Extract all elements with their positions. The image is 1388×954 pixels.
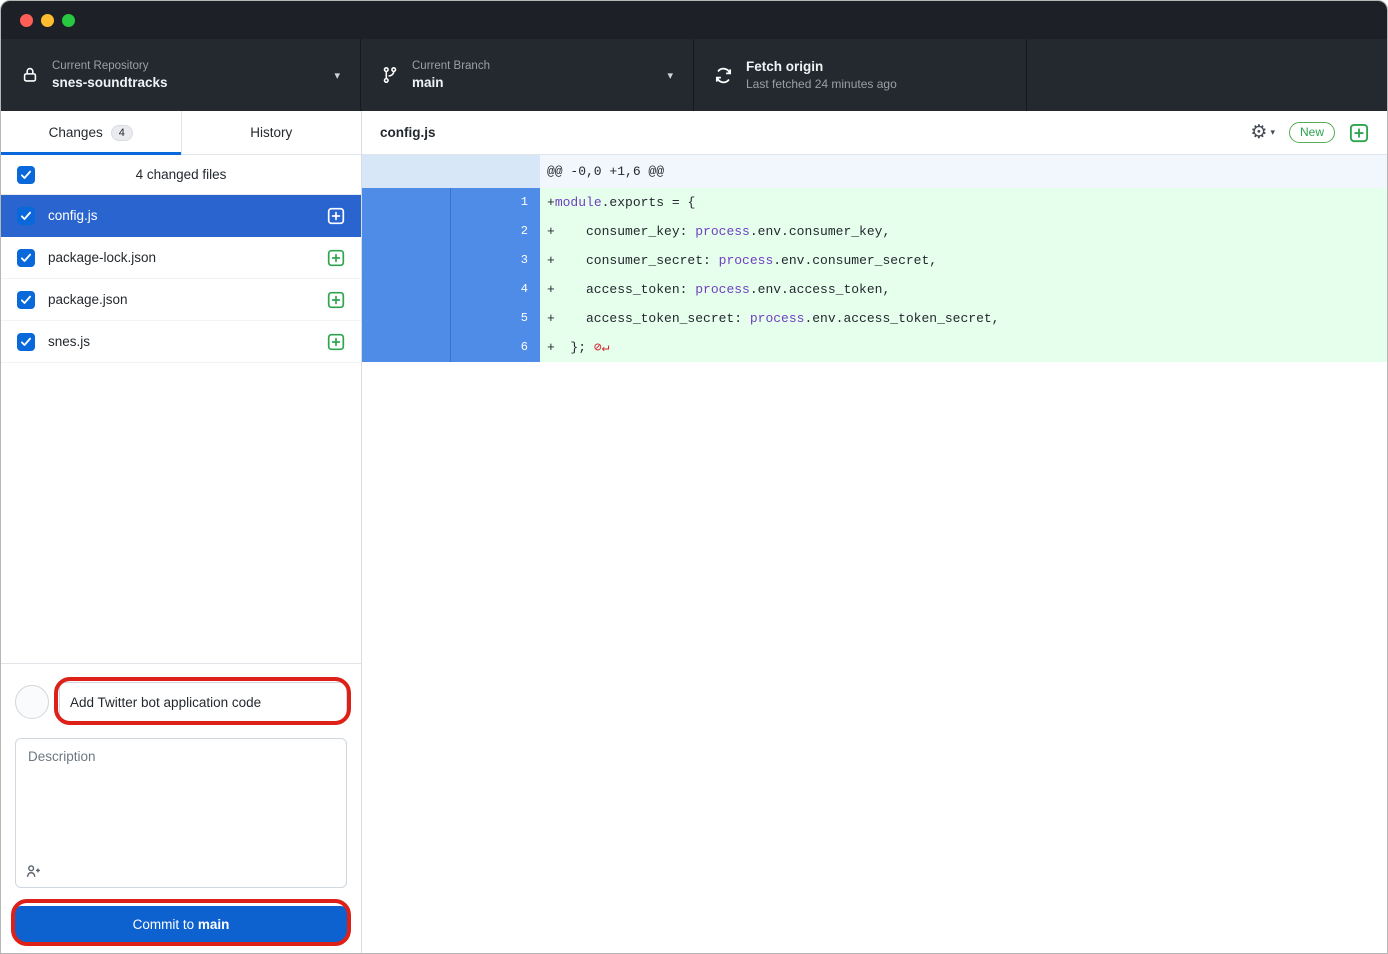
current-branch-label: Current Branch [412,60,654,72]
titlebar [1,1,1387,39]
commit-button[interactable]: Commit to main [15,906,347,942]
fetch-origin-button[interactable]: Fetch origin Last fetched 24 minutes ago [694,39,1027,111]
line-number: 3 [451,246,540,275]
file-name: package.json [48,292,314,307]
tab-changes-label: Changes [49,125,103,140]
file-row-package.json[interactable]: package.json [1,279,361,321]
hunk-gutter [362,155,540,188]
diff-line-6[interactable]: 6+ }; ⊘↵ [362,333,1387,362]
line-number: 6 [451,333,540,362]
sidebar-tabs: Changes 4 History [1,111,361,155]
toolbar-spacer [1027,39,1387,111]
file-checkbox[interactable] [17,333,35,351]
tab-history-label: History [250,125,292,140]
diff-line-gutter[interactable]: 2 [362,217,540,246]
line-number: 5 [451,304,540,333]
fetch-origin-sublabel: Last fetched 24 minutes ago [746,77,1006,91]
file-name: snes.js [48,334,314,349]
avatar [15,685,49,719]
diff-line-3[interactable]: 3+ consumer_secret: process.env.consumer… [362,246,1387,275]
diff-line-code: + }; ⊘↵ [540,333,1387,362]
diff-line-4[interactable]: 4+ access_token: process.env.access_toke… [362,275,1387,304]
diff-line-2[interactable]: 2+ consumer_key: process.env.consumer_ke… [362,217,1387,246]
current-repository-label: Current Repository [52,60,321,72]
file-checkbox[interactable] [17,207,35,225]
diff-line-gutter[interactable]: 3 [362,246,540,275]
minimize-button[interactable] [41,14,54,27]
changes-count-badge: 4 [111,125,133,141]
file-added-icon [327,207,345,225]
diff-line-gutter[interactable]: 5 [362,304,540,333]
file-checkbox[interactable] [17,249,35,267]
commit-form: Commit to main [1,663,361,954]
line-number: 1 [451,188,540,217]
diff-filename: config.js [380,125,436,140]
current-repository-selector[interactable]: Current Repository snes-soundtracks ▾ [1,39,361,111]
file-added-icon [327,249,345,267]
commit-description-box [15,738,347,888]
line-number: 2 [451,217,540,246]
chevron-down-icon: ▾ [334,69,340,82]
select-all-row[interactable]: 4 changed files [1,155,361,195]
file-added-icon [327,291,345,309]
diff-line-code: + access_token: process.env.access_token… [540,275,1387,304]
chevron-down-icon: ▾ [1270,127,1275,138]
select-all-checkbox[interactable] [17,166,35,184]
traffic-lights [20,14,75,27]
file-name: package-lock.json [48,250,314,265]
commit-summary-row [15,680,347,724]
current-repository-value: snes-soundtracks [52,75,321,90]
sidebar: Changes 4 History 4 changed files config… [1,111,362,954]
file-row-config.js[interactable]: config.js [1,195,361,237]
diff-line-5[interactable]: 5+ access_token_secret: process.env.acce… [362,304,1387,333]
diff-line-1[interactable]: 1+module.exports = { [362,188,1387,217]
hunk-header: @@ -0,0 +1,6 @@ [362,155,1387,188]
diff-line-gutter[interactable]: 6 [362,333,540,362]
file-checkbox[interactable] [17,291,35,309]
diff-header: config.js ⚙▾ New [362,111,1387,155]
diff-line-code: + consumer_secret: process.env.consumer_… [540,246,1387,275]
gear-icon[interactable]: ⚙▾ [1250,121,1275,144]
toolbar: Current Repository snes-soundtracks ▾ Cu… [1,39,1387,111]
changed-files-list: config.js package-lock.json package.json sn… [1,195,361,363]
tab-changes[interactable]: Changes 4 [1,111,181,154]
line-number: 4 [451,275,540,304]
repository-icon [21,66,39,84]
file-name: config.js [48,208,314,223]
diff-line-code: + access_token_secret: process.env.acces… [540,304,1387,333]
current-branch-selector[interactable]: Current Branch main ▾ [361,39,694,111]
sync-icon [714,66,733,85]
chevron-down-icon: ▾ [667,69,673,82]
diff-lines: 1+module.exports = {2+ consumer_key: pro… [362,188,1387,362]
diff-view: @@ -0,0 +1,6 @@ 1+module.exports = {2+ c… [362,155,1387,954]
diff-panel: config.js ⚙▾ New @@ -0,0 +1,6 @@ 1+modul… [362,111,1387,954]
changed-files-summary: 4 changed files [35,167,327,182]
add-coauthor-icon[interactable] [25,863,42,880]
commit-description-input[interactable] [15,738,347,888]
file-row-snes.js[interactable]: snes.js [1,321,361,363]
commit-summary-input[interactable] [59,682,347,722]
file-added-icon [327,333,345,351]
close-button[interactable] [20,14,33,27]
tab-history[interactable]: History [181,111,362,154]
fetch-origin-label: Fetch origin [746,59,1006,74]
zoom-button[interactable] [62,14,75,27]
diff-line-code: + consumer_key: process.env.consumer_key… [540,217,1387,246]
app-window: Current Repository snes-soundtracks ▾ Cu… [0,0,1388,954]
file-row-package-lock.json[interactable]: package-lock.json [1,237,361,279]
new-badge: New [1289,122,1335,143]
current-branch-value: main [412,75,654,90]
hunk-header-text: @@ -0,0 +1,6 @@ [540,155,1387,188]
diff-line-gutter[interactable]: 4 [362,275,540,304]
add-icon[interactable] [1349,123,1369,143]
diff-line-code: +module.exports = { [540,188,1387,217]
branch-icon [381,66,399,84]
diff-line-gutter[interactable]: 1 [362,188,540,217]
